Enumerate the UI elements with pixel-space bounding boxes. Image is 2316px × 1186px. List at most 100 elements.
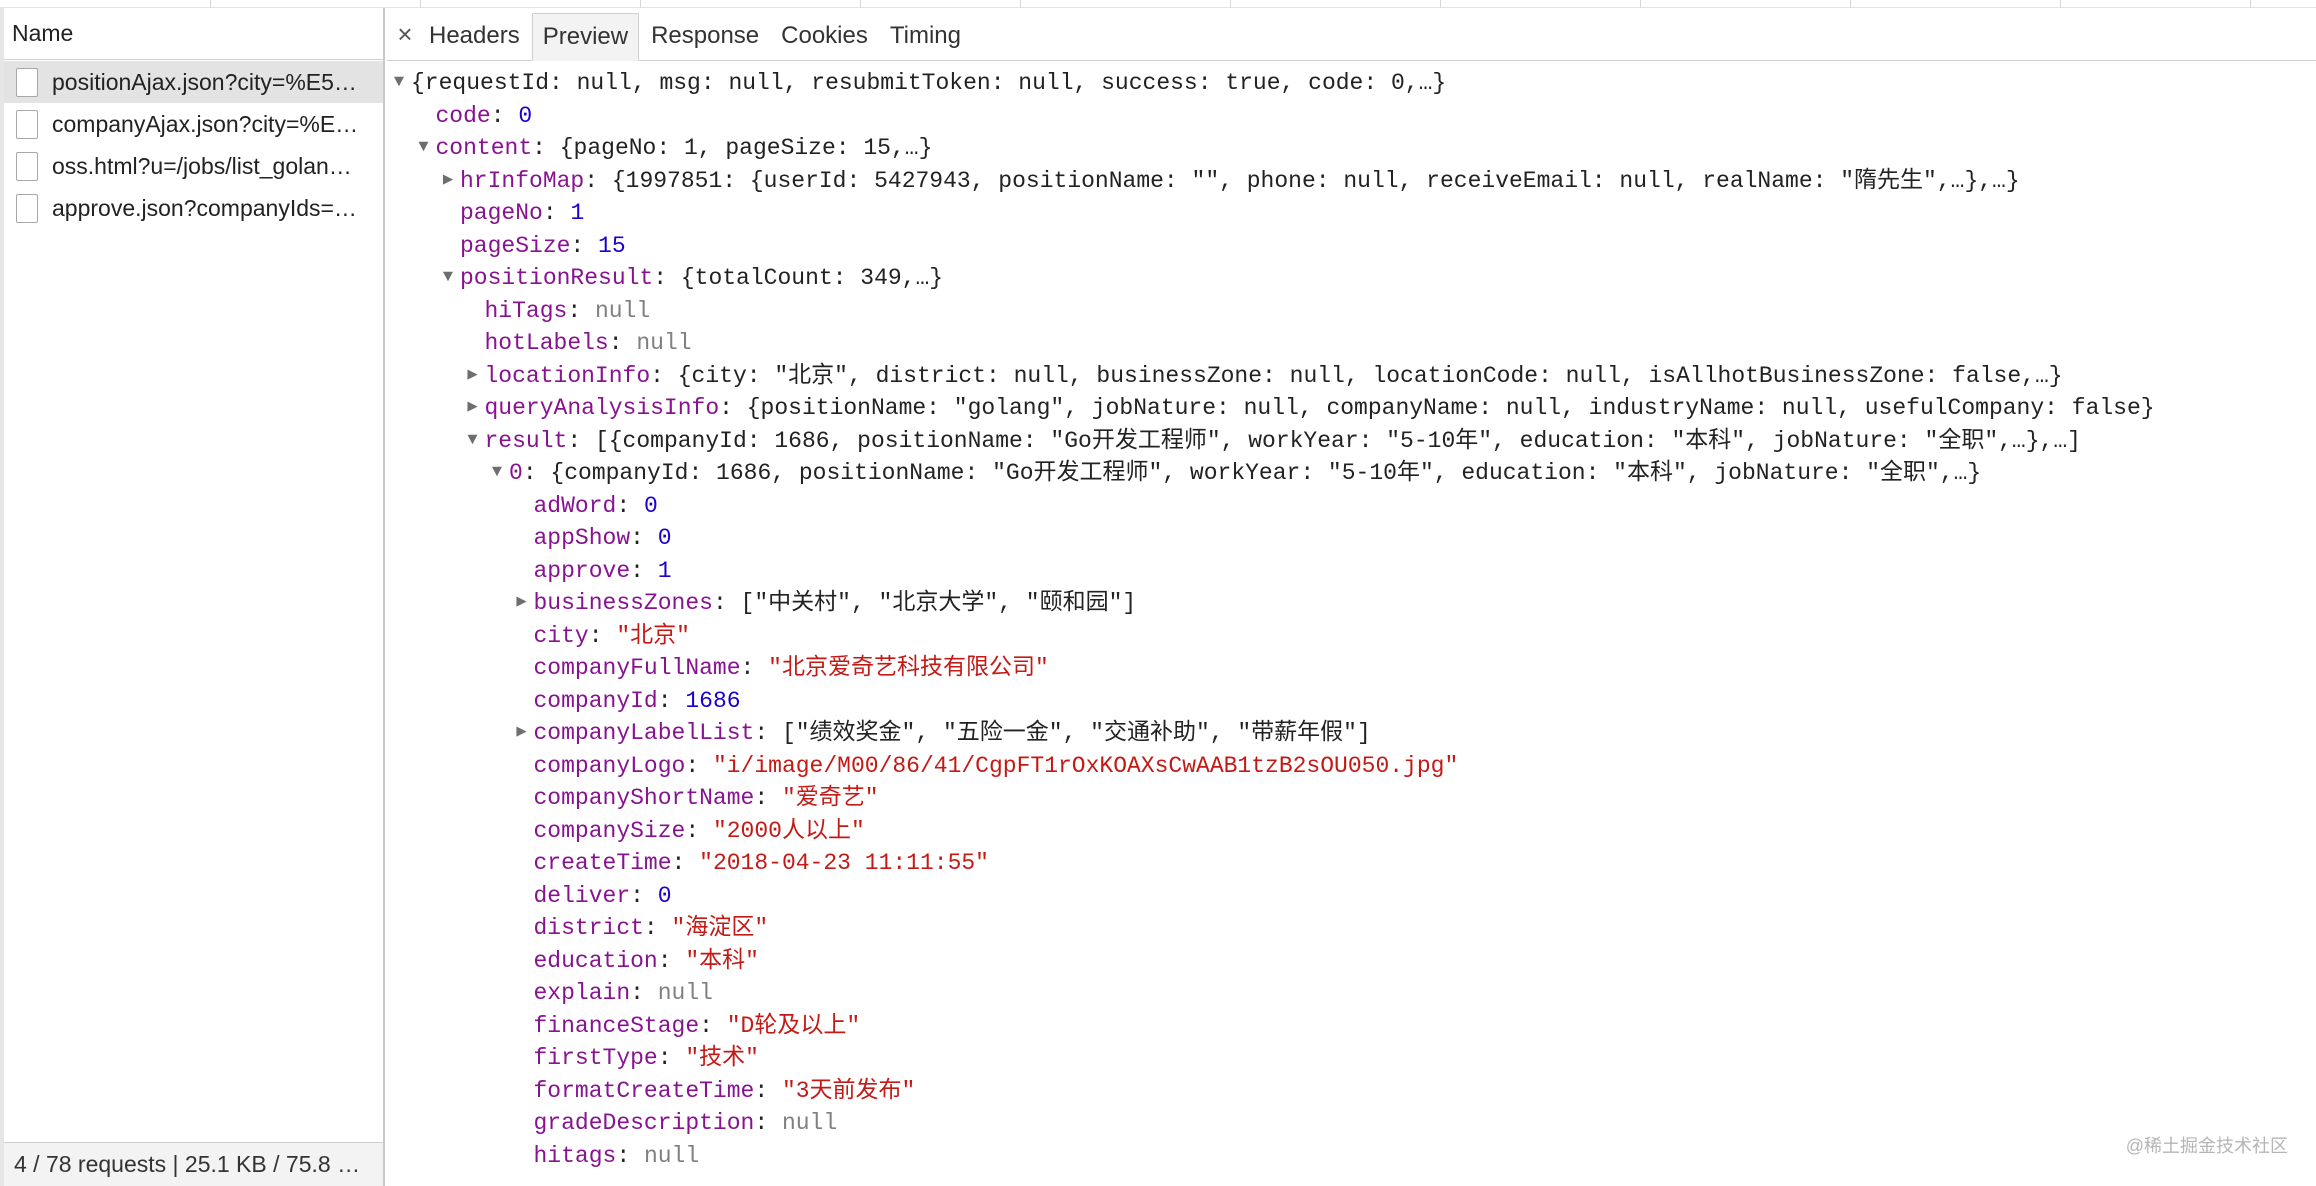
request-row[interactable]: oss.html?u=/jobs/list_golan…	[4, 145, 383, 187]
json-key: hitags	[533, 1142, 617, 1169]
name-column-header[interactable]: Name	[4, 8, 383, 60]
json-colon: :	[616, 492, 644, 519]
json-value: null	[643, 1142, 700, 1169]
json-colon: :	[630, 557, 658, 584]
json-colon: :	[657, 947, 686, 974]
json-colon: :	[567, 427, 595, 454]
json-summary: [{companyId: 1686, positionName: "Go开发工程…	[594, 427, 2081, 454]
json-line: code: 0	[387, 100, 2316, 133]
collapsed-triangle-icon[interactable]: ▶	[440, 165, 456, 198]
json-colon: :	[630, 525, 658, 551]
json-line[interactable]: ▶ companyLabelList: ["绩效奖金", "五险一金", "交通补…	[387, 717, 2316, 750]
json-line[interactable]: ▶ locationInfo: {city: "北京", district: nu…	[387, 360, 2316, 393]
expanded-triangle-icon[interactable]: ▼	[391, 67, 407, 100]
json-colon: :	[588, 622, 617, 649]
json-key: appShow	[533, 525, 631, 551]
json-summary: {1997851: {userId: 5427943, positionName…	[611, 167, 2020, 194]
json-value: 1686	[685, 687, 741, 714]
json-key: companyLabelList	[533, 720, 755, 746]
json-line: approve: 1	[387, 555, 2316, 588]
tab-preview[interactable]: Preview	[531, 13, 640, 61]
request-row[interactable]: approve.json?companyIds=…	[4, 187, 383, 229]
json-colon: :	[608, 330, 637, 356]
json-line: formatCreateTime: "3天前发布"	[387, 1075, 2316, 1108]
json-summary: {positionName: "golang", jobNature: null…	[746, 395, 2155, 421]
json-line: financeStage: "D轮及以上"	[387, 1010, 2316, 1043]
json-colon: :	[699, 1012, 727, 1039]
request-list: positionAjax.json?city=%E5… companyAjax.j…	[4, 61, 383, 229]
expanded-triangle-icon[interactable]: ▼	[440, 262, 456, 295]
json-colon: :	[584, 167, 612, 194]
json-preview-tree: ▼ {requestId: null, msg: null, resubmitTo…	[387, 67, 2316, 1172]
json-line: pageNo: 1	[387, 197, 2316, 230]
json-value: "3天前发布"	[781, 1077, 916, 1104]
json-line: gradeDescription: null	[387, 1107, 2316, 1140]
json-summary: {totalCount: 349,…}	[680, 265, 944, 291]
json-value: "2018-04-23 11:11:55"	[699, 850, 989, 876]
expanded-triangle-icon[interactable]: ▼	[489, 457, 505, 490]
collapsed-triangle-icon[interactable]: ▶	[465, 360, 481, 393]
json-line: hotLabels: null	[387, 327, 2316, 360]
json-key: companyLogo	[533, 752, 686, 779]
json-colon: :	[671, 850, 700, 876]
tab-cookies[interactable]: Cookies	[771, 12, 878, 60]
collapsed-triangle-icon[interactable]: ▶	[514, 587, 530, 620]
json-key: explain	[533, 980, 631, 1006]
json-colon: :	[643, 915, 672, 941]
json-key: companyId	[533, 687, 658, 714]
json-colon: :	[657, 687, 686, 714]
collapsed-triangle-icon[interactable]: ▶	[514, 717, 530, 750]
json-colon: :	[754, 785, 782, 811]
json-key: approve	[533, 557, 631, 584]
json-colon: :	[719, 395, 747, 421]
json-value: "北京爱奇艺科技有限公司"	[768, 655, 1049, 681]
json-key: district	[533, 915, 644, 941]
json-value: 1	[570, 200, 585, 226]
json-value: "爱奇艺"	[781, 785, 879, 811]
json-colon: :	[754, 1077, 782, 1104]
expanded-triangle-icon[interactable]: ▼	[465, 425, 481, 458]
json-colon: :	[754, 720, 782, 746]
close-detail-button[interactable]: ×	[391, 8, 419, 60]
json-line: createTime: "2018-04-23 11:11:55"	[387, 847, 2316, 880]
json-key: result	[484, 427, 568, 454]
json-key: hiTags	[484, 297, 568, 324]
collapsed-triangle-icon[interactable]: ▶	[465, 392, 481, 425]
json-value: "D轮及以上"	[726, 1012, 861, 1039]
json-key: pageNo	[460, 200, 543, 226]
json-line[interactable]: ▶ hrInfoMap: {1997851: {userId: 5427943, …	[387, 165, 2316, 198]
json-line[interactable]: ▼ result: [{companyId: 1686, positionName…	[387, 425, 2316, 458]
json-key: firstType	[533, 1045, 658, 1071]
json-key: hrInfoMap	[460, 167, 585, 194]
json-colon: :	[532, 135, 560, 161]
json-value: "技术"	[685, 1045, 759, 1071]
request-row[interactable]: companyAjax.json?city=%E…	[4, 103, 383, 145]
expanded-triangle-icon[interactable]: ▼	[416, 132, 432, 165]
request-row[interactable]: positionAjax.json?city=%E5…	[4, 61, 383, 103]
tab-headers[interactable]: Headers	[419, 12, 530, 60]
json-line[interactable]: ▶ queryAnalysisInfo: {positionName: "gola…	[387, 392, 2316, 425]
top-ruler	[0, 0, 2316, 8]
json-colon: :	[567, 297, 595, 324]
json-line[interactable]: ▼ positionResult: {totalCount: 349,…}	[387, 262, 2316, 295]
json-line: adWord: 0	[387, 490, 2316, 523]
json-summary: {pageNo: 1, pageSize: 15,…}	[559, 135, 933, 161]
json-line[interactable]: ▶ businessZones: ["中关村", "北京大学", "颐和园"]	[387, 587, 2316, 620]
json-value: 0	[518, 102, 533, 129]
json-line[interactable]: ▼ content: {pageNo: 1, pageSize: 15,…}	[387, 132, 2316, 165]
json-line: explain: null	[387, 977, 2316, 1010]
json-colon: :	[685, 752, 713, 779]
json-key: adWord	[533, 492, 617, 519]
json-key: pageSize	[460, 232, 571, 259]
request-name: oss.html?u=/jobs/list_golan…	[52, 152, 352, 179]
json-colon: :	[657, 1045, 686, 1071]
json-line: companyLogo: "i/image/M00/86/41/CgpFT1rO…	[387, 750, 2316, 783]
json-line[interactable]: ▼ {requestId: null, msg: null, resubmitTo…	[387, 67, 2316, 100]
tab-timing[interactable]: Timing	[880, 12, 971, 60]
json-value: null	[636, 330, 692, 356]
tab-response[interactable]: Response	[641, 12, 769, 60]
json-key: positionResult	[460, 265, 654, 291]
json-line[interactable]: ▼ 0: {companyId: 1686, positionName: "Go开…	[387, 457, 2316, 490]
json-key: companyShortName	[533, 785, 755, 811]
requests-status-bar: 4 / 78 requests | 25.1 KB / 75.8 …	[4, 1142, 383, 1186]
